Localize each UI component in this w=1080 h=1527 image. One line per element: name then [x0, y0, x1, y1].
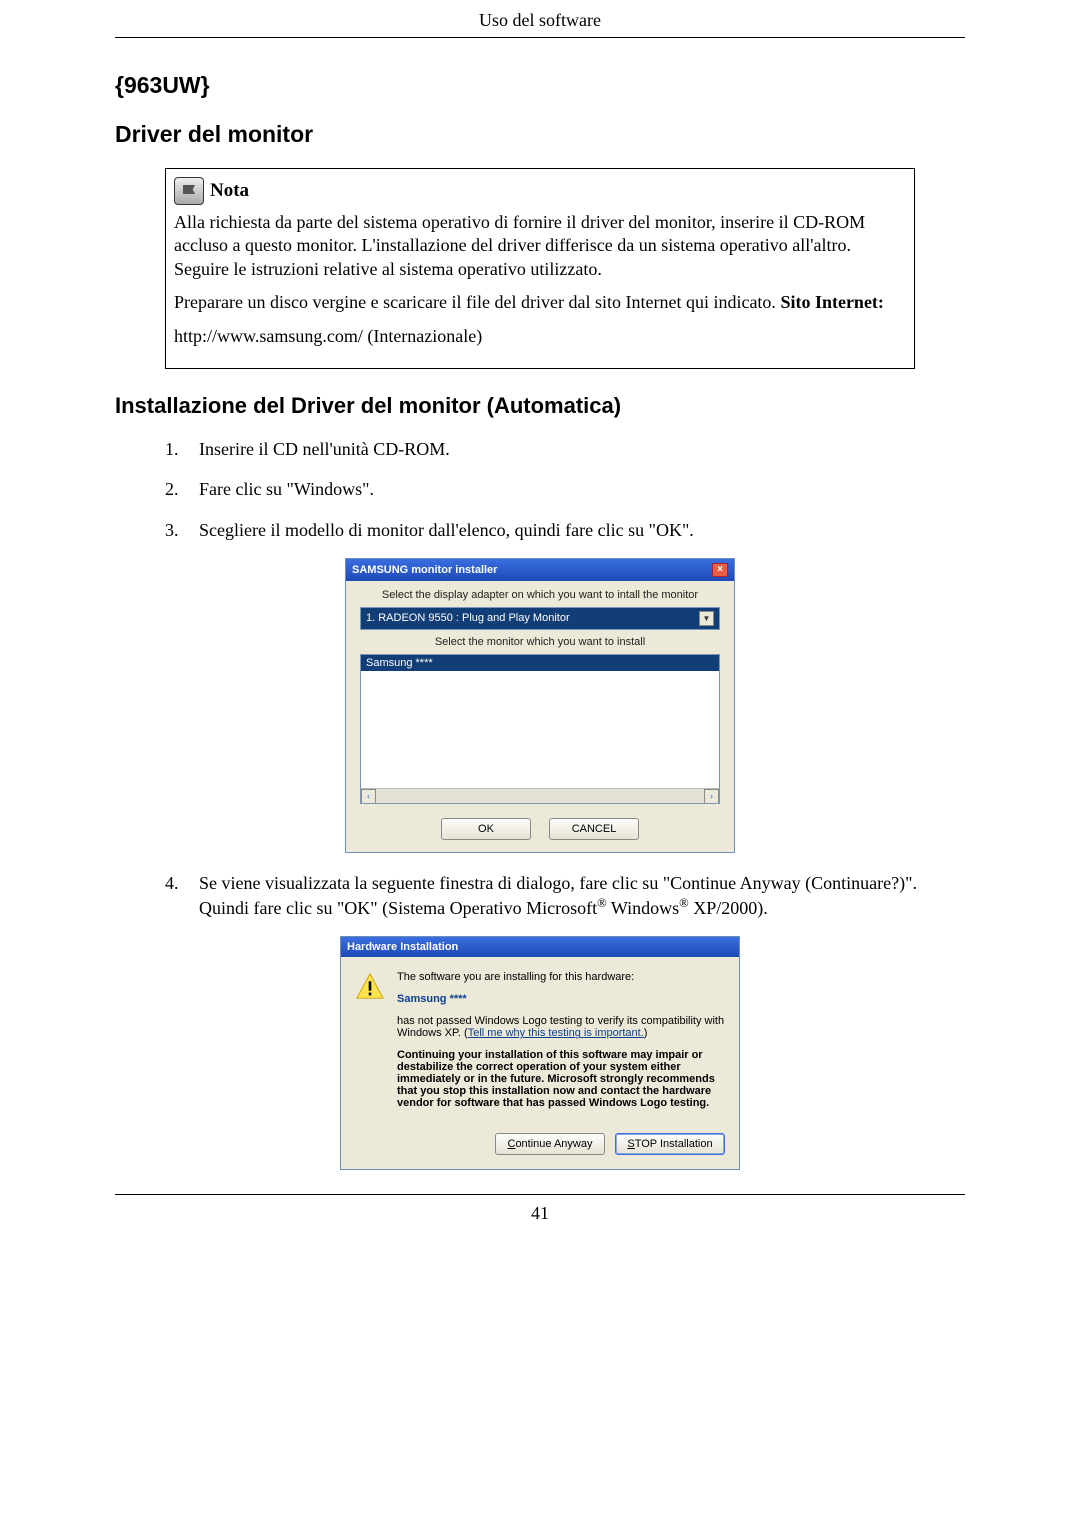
hwdlg-titlebar: Hardware Installation — [341, 937, 739, 957]
step-4-text: Se viene visualizzata la seguente finest… — [199, 871, 965, 921]
installer-titlebar: SAMSUNG monitor installer × — [346, 559, 734, 581]
note-head: Nota — [166, 169, 914, 211]
step-4-pre: Se viene visualizzata la seguente finest… — [199, 873, 917, 918]
hwdlg-title: Hardware Installation — [347, 941, 458, 953]
step-1-text: Inserire il CD nell'unità CD-ROM. — [199, 437, 965, 461]
hwdlg-compat: has not passed Windows Logo testing to v… — [397, 1015, 725, 1039]
installer-body: Select the display adapter on which you … — [346, 581, 734, 852]
note-url: http://www.samsung.com/ (Internazionale) — [174, 325, 906, 348]
monitor-list-item[interactable]: Samsung **** — [361, 655, 719, 671]
step-2-text: Fare clic su "Windows". — [199, 477, 965, 501]
stop-label-rest: TOP Installation — [635, 1138, 713, 1150]
steps-list: 1. Inserire il CD nell'unità CD-ROM. 2. … — [165, 437, 965, 542]
hwdlg-text: The software you are installing for this… — [397, 971, 725, 1119]
stop-installation-button[interactable]: STOP Installation — [615, 1133, 725, 1155]
hwdlg-button-row: Continue Anyway STOP Installation — [341, 1125, 739, 1169]
note-body: Alla richiesta da parte del sistema oper… — [166, 211, 914, 368]
hwdlg-body: The software you are installing for this… — [341, 957, 739, 1125]
installer-title: SAMSUNG monitor installer — [352, 564, 497, 576]
page-footer: 41 — [115, 1194, 965, 1244]
step-2: 2. Fare clic su "Windows". — [165, 477, 965, 501]
continue-label-rest: ontinue Anyway — [515, 1138, 592, 1150]
note-icon — [174, 177, 204, 205]
scrollbar-horizontal[interactable]: ‹ › — [361, 788, 719, 803]
chevron-down-icon[interactable]: ▼ — [699, 611, 714, 626]
scroll-left-icon[interactable]: ‹ — [361, 789, 376, 804]
adapter-combo-value: 1. RADEON 9550 : Plug and Play Monitor — [366, 612, 570, 624]
registered-icon-2: ® — [679, 896, 689, 910]
hardware-dialog-figure: Hardware Installation The software you a… — [115, 936, 965, 1170]
step-4: 4. Se viene visualizzata la seguente fin… — [165, 871, 965, 921]
step-2-num: 2. — [165, 477, 199, 501]
note-title: Nota — [210, 180, 249, 202]
close-icon[interactable]: × — [712, 563, 728, 577]
step-4-num: 4. — [165, 871, 199, 921]
step-3: 3. Scegliere il modello di monitor dall'… — [165, 518, 965, 542]
scroll-right-icon[interactable]: › — [704, 789, 719, 804]
hwdlg-samsung: Samsung **** — [397, 993, 725, 1005]
adapter-combo[interactable]: 1. RADEON 9550 : Plug and Play Monitor ▼ — [360, 607, 720, 630]
step-4-post: XP/2000). — [689, 898, 768, 918]
warning-icon — [355, 971, 385, 1001]
install-heading: Installazione del Driver del monitor (Au… — [115, 393, 965, 419]
page-number: 41 — [531, 1203, 549, 1223]
hwdlg-compat-close: ) — [644, 1027, 648, 1039]
note-para-2: Preparare un disco vergine e scaricare i… — [174, 291, 906, 314]
registered-icon: ® — [597, 896, 607, 910]
installer-button-row: OK CANCEL — [360, 818, 720, 840]
model-heading: {963UW} — [115, 72, 965, 99]
cancel-button[interactable]: CANCEL — [549, 818, 639, 840]
note-para-2-text: Preparare un disco vergine e scaricare i… — [174, 292, 776, 312]
step-1-num: 1. — [165, 437, 199, 461]
installer-dialog: SAMSUNG monitor installer × Select the d… — [345, 558, 735, 853]
installer-figure: SAMSUNG monitor installer × Select the d… — [115, 558, 965, 853]
stop-accesskey: S — [627, 1138, 634, 1150]
installer-label-1: Select the display adapter on which you … — [360, 589, 720, 601]
note-box: Nota Alla richiesta da parte del sistema… — [165, 168, 915, 369]
hwdlg-line1: The software you are installing for this… — [397, 971, 725, 983]
installer-label-2: Select the monitor which you want to ins… — [360, 636, 720, 648]
hardware-installation-dialog: Hardware Installation The software you a… — [340, 936, 740, 1170]
page-header-title: Uso del software — [479, 10, 601, 30]
note-site-label: Sito Internet: — [780, 292, 883, 312]
steps-list-2: 4. Se viene visualizzata la seguente fin… — [165, 871, 965, 921]
continue-anyway-button[interactable]: Continue Anyway — [495, 1133, 605, 1155]
step-3-num: 3. — [165, 518, 199, 542]
hwdlg-link[interactable]: Tell me why this testing is important. — [468, 1027, 644, 1039]
step-3-text: Scegliere il modello di monitor dall'ele… — [199, 518, 965, 542]
ok-button[interactable]: OK — [441, 818, 531, 840]
note-para-1: Alla richiesta da parte del sistema oper… — [174, 211, 906, 281]
driver-heading: Driver del monitor — [115, 121, 965, 148]
monitor-listbox[interactable]: Samsung **** ‹ › — [360, 654, 720, 804]
step-1: 1. Inserire il CD nell'unità CD-ROM. — [165, 437, 965, 461]
hwdlg-bold: Continuing your installation of this sof… — [397, 1049, 725, 1109]
step-4-mid: Windows — [607, 898, 679, 918]
page-header: Uso del software — [115, 0, 965, 38]
